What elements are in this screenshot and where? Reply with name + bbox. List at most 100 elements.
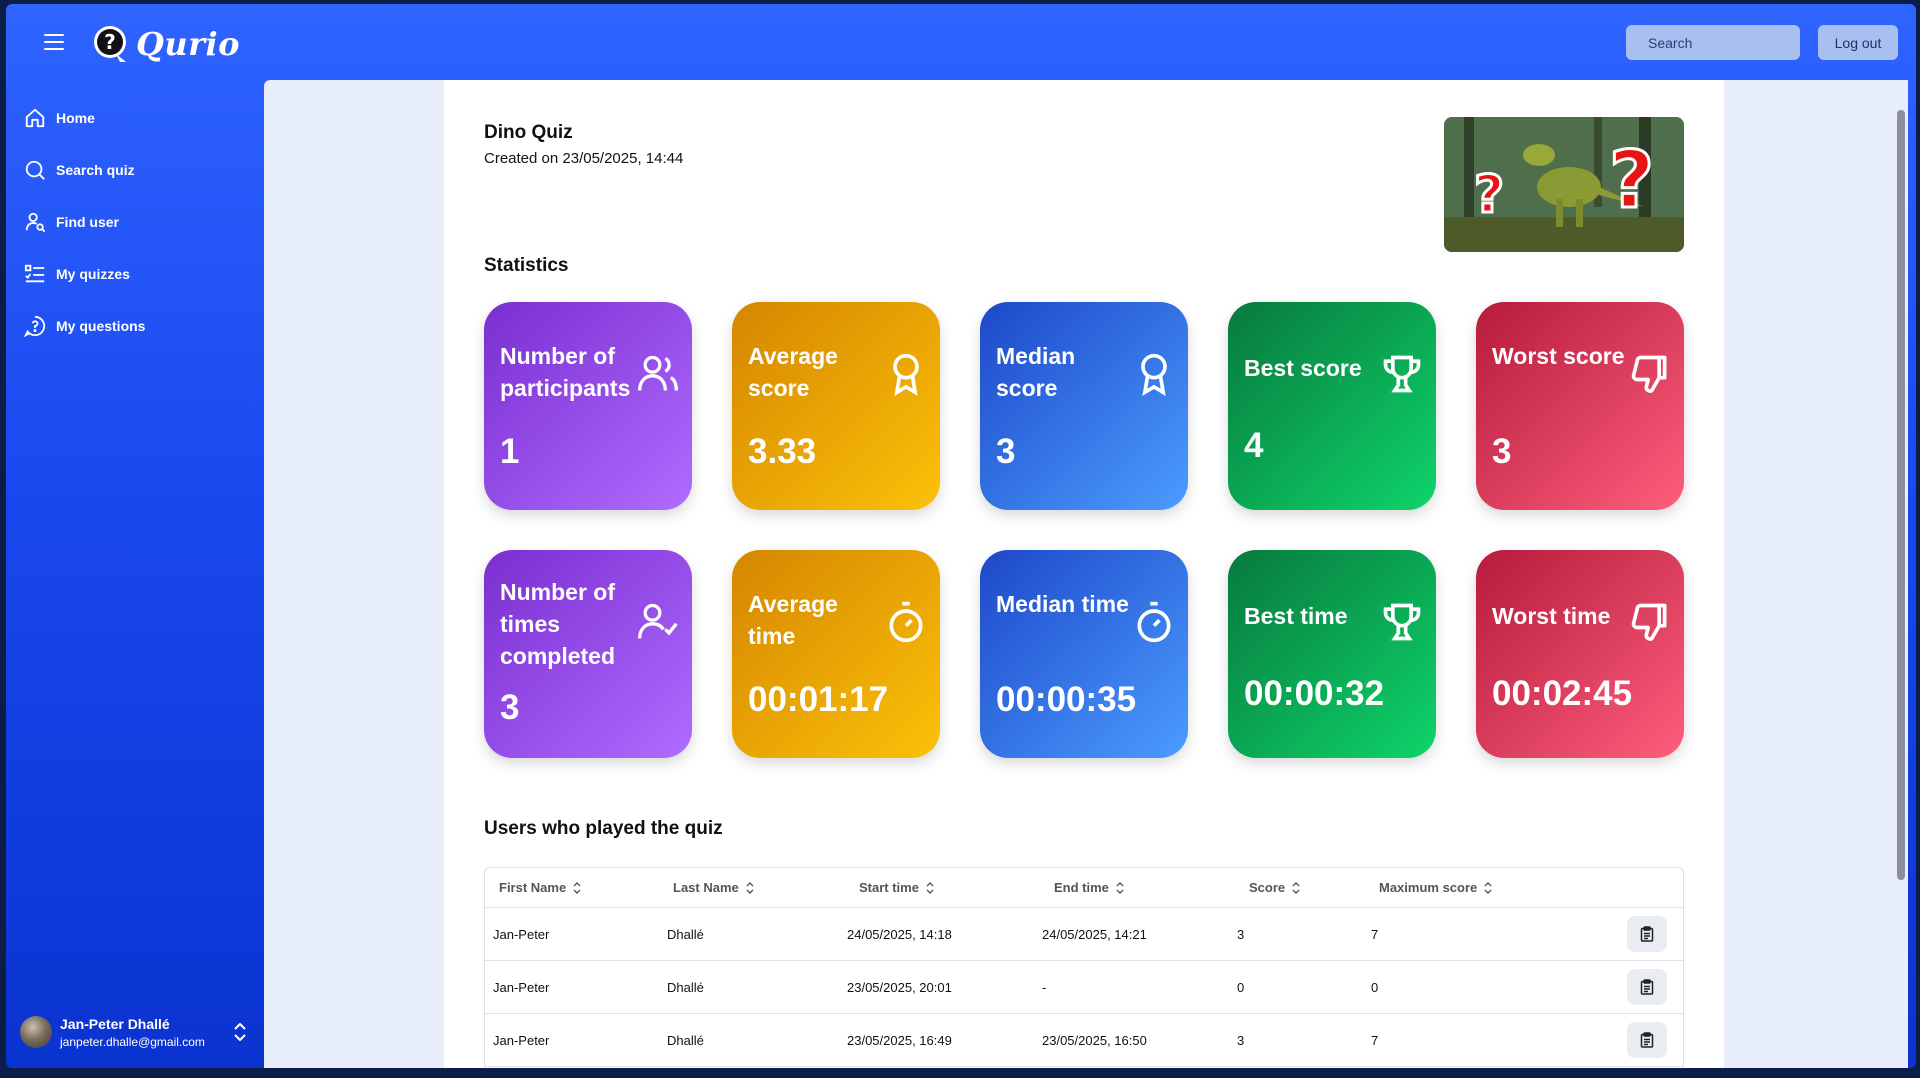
stat-value: 3 (996, 432, 1016, 471)
cell-last-name: Dhallé (667, 1032, 704, 1048)
stat-value: 00:02:45 (1492, 674, 1633, 713)
search-field[interactable] (1626, 25, 1829, 60)
stat-value: 00:00:32 (1244, 674, 1385, 713)
players-table: First Name Last Name Start time End time… (484, 867, 1684, 1068)
main-scrollbar[interactable] (1894, 80, 1908, 1068)
users-icon (638, 355, 678, 391)
cell-score: 3 (1237, 926, 1245, 942)
sidebar-item-home[interactable]: Home (6, 92, 264, 144)
stat-value: 00:01:17 (748, 680, 889, 719)
timer-icon (889, 601, 923, 643)
sidebar-item-search-quiz[interactable]: Search quiz (6, 144, 264, 196)
svg-text:?: ? (1474, 165, 1504, 225)
logout-button[interactable]: Log out (1818, 25, 1898, 60)
stat-label: Average score (748, 343, 838, 401)
table-row: Jan-Peter Dhallé 23/05/2025, 20:01 - 0 0 (485, 961, 1683, 1014)
view-result-button[interactable] (1627, 969, 1667, 1005)
sort-icon (573, 881, 581, 894)
svg-text:?: ? (104, 30, 116, 54)
column-header-last-name[interactable]: Last Name (667, 880, 847, 895)
cell-start-time: 23/05/2025, 16:49 (847, 1032, 952, 1048)
cell-maximum-score: 7 (1371, 1032, 1379, 1048)
cell-last-name: Dhallé (667, 926, 704, 942)
sort-icon (926, 881, 934, 894)
user-name: Jan-Peter Dhallé (60, 1015, 170, 1032)
stat-card-median-score: Median score 3 (980, 302, 1188, 510)
stat-value: 00:00:35 (996, 680, 1137, 719)
search-input[interactable] (1648, 34, 1829, 51)
column-header-score[interactable]: Score (1237, 880, 1371, 895)
stat-card-participants: Number of participants 1 (484, 302, 692, 510)
stat-card-median-time: Median time 00:00:35 (980, 550, 1188, 758)
sidebar: Home Search quiz Find user My quizzes My… (6, 92, 264, 352)
view-result-button[interactable] (1627, 1022, 1667, 1058)
sidebar-item-find-user[interactable]: Find user (6, 196, 264, 248)
quiz-details-panel: Dino Quiz Created on 23/05/2025, 14:44 ?… (444, 80, 1724, 1068)
app-window: ? Qurio Log out Home Search quiz (6, 4, 1916, 1068)
stat-card-times-completed: Number of times completed 3 (484, 550, 692, 758)
stat-label: Median time (996, 591, 1129, 617)
column-header-maximum-score[interactable]: Maximum score (1371, 880, 1621, 895)
top-bar: ? Qurio Log out (6, 4, 1916, 80)
column-header-first-name[interactable]: First Name (485, 880, 667, 895)
cell-maximum-score: 0 (1371, 979, 1379, 995)
stat-card-average-score: Average score 3.33 (732, 302, 940, 510)
app-logo[interactable]: ? Qurio (92, 24, 240, 64)
logo-mark-icon: ? (94, 26, 126, 62)
clipboard-icon (1640, 926, 1654, 942)
sidebar-item-label: Search quiz (56, 162, 135, 178)
search-icon (24, 159, 46, 181)
award-icon (1141, 353, 1167, 396)
table-row: Jan-Peter Dhallé 23/05/2025, 16:49 23/05… (485, 1014, 1683, 1067)
main-area: Dino Quiz Created on 23/05/2025, 14:44 ?… (264, 80, 1894, 1068)
timer-icon (1137, 601, 1171, 643)
clipboard-icon (1640, 1032, 1654, 1048)
user-check-icon (638, 603, 678, 639)
app-name: Qurio (136, 25, 240, 63)
thumbs-down-icon (1631, 603, 1667, 641)
stat-label: Best score (1244, 355, 1362, 381)
list-icon (24, 263, 46, 285)
stat-value: 3 (500, 688, 520, 727)
sort-icon (746, 881, 754, 894)
column-header-start-time[interactable]: Start time (847, 880, 1042, 895)
column-header-end-time[interactable]: End time (1042, 880, 1237, 895)
table-row: Jan-Peter Dhallé 24/05/2025, 14:18 24/05… (485, 908, 1683, 961)
view-result-button[interactable] (1627, 916, 1667, 952)
cell-maximum-score: 7 (1371, 926, 1379, 942)
chevron-up-down-icon[interactable] (230, 1020, 250, 1044)
stat-label: Worst score (1492, 343, 1625, 369)
user-search-icon (24, 211, 46, 233)
statistics-title: Statistics (484, 255, 569, 276)
stat-card-best-time: Best time 00:00:32 (1228, 550, 1436, 758)
stat-label: Number of participants (500, 343, 631, 401)
players-section-title: Users who played the quiz (484, 818, 723, 839)
cell-start-time: 23/05/2025, 20:01 (847, 979, 952, 995)
scrollbar-thumb[interactable] (1897, 110, 1905, 880)
sidebar-item-label: Home (56, 110, 95, 126)
cell-first-name: Jan-Peter (493, 1032, 550, 1048)
home-icon (24, 107, 46, 129)
cell-score: 3 (1237, 1032, 1245, 1048)
sidebar-item-my-quizzes[interactable]: My quizzes (6, 248, 264, 300)
user-profile-card[interactable]: Jan-Peter Dhallé janpeter.dhalle@gmail.c… (20, 1010, 250, 1054)
stat-card-worst-score: Worst score 3 (1476, 302, 1684, 510)
stat-label: Number of times completed (500, 579, 616, 669)
sort-icon (1292, 881, 1300, 894)
cell-score: 0 (1237, 979, 1245, 995)
menu-icon[interactable] (44, 34, 64, 50)
quiz-title: Dino Quiz (484, 122, 573, 143)
question-circle-icon (24, 315, 46, 337)
user-email: janpeter.dhalle@gmail.com (60, 1034, 205, 1049)
cell-first-name: Jan-Peter (493, 979, 550, 995)
stat-label: Average time (748, 591, 838, 649)
sort-icon (1116, 881, 1124, 894)
trophy-icon (1383, 603, 1421, 641)
thumbs-down-icon (1631, 355, 1667, 393)
avatar (20, 1016, 52, 1048)
cell-end-time: 24/05/2025, 14:21 (1042, 926, 1147, 942)
quiz-created-date: Created on 23/05/2025, 14:44 (484, 150, 684, 167)
sidebar-item-my-questions[interactable]: My questions (6, 300, 264, 352)
sidebar-item-label: Find user (56, 214, 120, 230)
cell-end-time: 23/05/2025, 16:50 (1042, 1032, 1147, 1048)
